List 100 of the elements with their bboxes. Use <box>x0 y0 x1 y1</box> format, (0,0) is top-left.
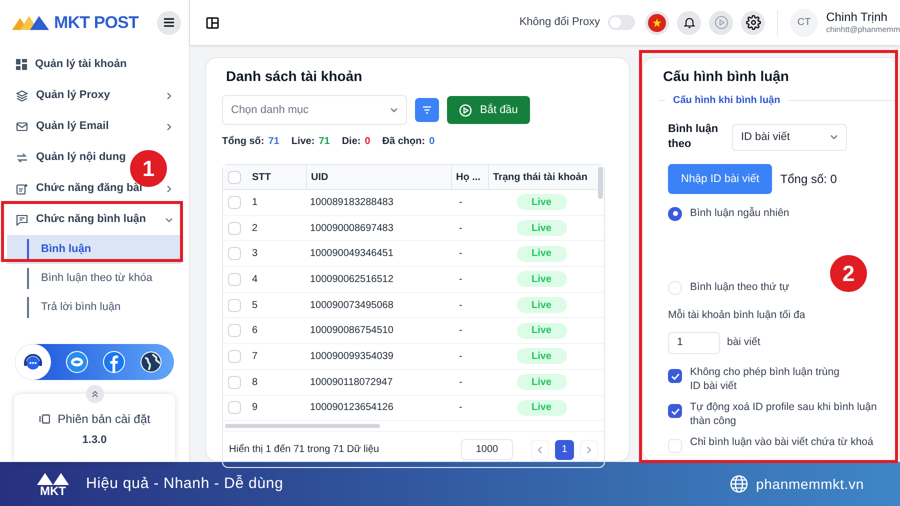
row-checkbox[interactable] <box>228 298 241 312</box>
select-all-checkbox[interactable] <box>228 171 241 184</box>
column-header[interactable]: STT <box>248 165 306 190</box>
table-cell-text: 100090049346451 <box>309 247 394 262</box>
category-select[interactable]: Chọn danh mục <box>222 95 407 125</box>
page-size-field[interactable]: 1000 <box>461 439 513 460</box>
table-cell-text: - <box>458 324 464 338</box>
chevron-down-icon <box>830 133 838 141</box>
filter-button[interactable] <box>415 98 439 122</box>
checkmark-icon <box>670 408 680 415</box>
logo-icon <box>12 14 52 32</box>
devices-icon <box>38 414 50 424</box>
checkbox-label: Chỉ bình luận vào bài viết chứa từ khoá <box>690 435 874 450</box>
sidebar-item[interactable]: Quản lý Email <box>0 111 189 142</box>
table-cell-text: - <box>458 376 464 390</box>
stat-value: 0 <box>364 135 370 149</box>
sidebar-item[interactable]: Quản lý tài khoản <box>0 49 131 80</box>
facebook-icon[interactable] <box>103 351 125 373</box>
checkbox[interactable] <box>668 369 682 384</box>
menu-icon <box>164 18 174 27</box>
document-plus-icon <box>16 182 28 194</box>
stat-label: Die: <box>342 135 361 149</box>
start-button[interactable]: Bắt đầu <box>447 96 530 124</box>
user-avatar[interactable]: CT <box>790 8 818 36</box>
table-cell-text: 5 <box>251 298 259 313</box>
support-button[interactable] <box>15 344 51 380</box>
table-cell-text: 100090118072947 <box>309 376 394 390</box>
table-cell-text: 100090099354039 <box>309 350 394 364</box>
table-cell-text: - <box>458 350 464 364</box>
table-cell-text: 3 <box>251 247 259 262</box>
row-checkbox[interactable] <box>228 272 241 286</box>
table-cell-text: 1 <box>251 196 259 210</box>
proxy-toggle-label: Không đổi Proxy <box>519 15 600 30</box>
max-posts-field[interactable]: 1 <box>668 332 720 354</box>
radio-button[interactable] <box>668 280 682 295</box>
chevron-down-icon <box>390 106 398 114</box>
sidebar-item[interactable]: Quản lý nội dung <box>0 142 130 173</box>
row-checkbox[interactable] <box>228 196 241 209</box>
row-checkbox[interactable] <box>228 222 241 235</box>
column-header[interactable]: Trạng thái tài khoản <box>488 165 595 190</box>
radio-label: Bình luận ngẫu nhiên <box>690 206 790 221</box>
table-cell-text: 100090062516512 <box>309 272 394 287</box>
notifications-button[interactable] <box>677 10 702 34</box>
mail-icon <box>16 120 28 132</box>
table-cell-text: 100090086754510 <box>309 324 394 338</box>
column-header[interactable]: Họ ... <box>451 165 488 190</box>
tutorial-button[interactable] <box>709 10 734 34</box>
card-title: Danh sách tài khoản <box>225 67 364 86</box>
sidebar-item[interactable]: Quản lý Proxy <box>0 80 189 111</box>
table-cell-text: - <box>458 298 464 313</box>
status-badge: Live <box>516 400 566 416</box>
double-chevron-up-icon <box>90 390 98 398</box>
settings-button[interactable] <box>741 10 766 34</box>
layout-panel-icon[interactable] <box>206 16 219 28</box>
row-checkbox[interactable] <box>228 350 241 363</box>
menu-button[interactable] <box>157 10 181 34</box>
vertical-scrollbar <box>598 167 603 199</box>
play-circle-icon <box>714 15 729 30</box>
language-button[interactable] <box>645 10 670 34</box>
logo-text: MKT POST <box>54 12 138 34</box>
pagination-summary: Hiển thị 1 đến 71 trong 71 Dữ liệu <box>229 442 380 458</box>
radio-button[interactable] <box>668 206 682 221</box>
table-cell-text: - <box>458 222 464 236</box>
previous-page-button[interactable] <box>531 440 549 460</box>
sidebar-item[interactable]: Chức năng bình luận <box>0 204 189 235</box>
checkmark-icon <box>670 372 680 380</box>
row-checkbox[interactable] <box>228 376 241 389</box>
globe-icon[interactable] <box>140 351 162 373</box>
unit-label: bài viết <box>727 335 760 350</box>
row-checkbox[interactable] <box>228 324 241 338</box>
banner-tagline: Hiệu quả - Nhanh - Dễ dùng <box>86 474 284 494</box>
stat-label: Live: <box>291 135 315 149</box>
submenu-item[interactable]: Bình luận theo từ khóa <box>7 264 181 293</box>
checkbox[interactable] <box>668 439 682 454</box>
submenu-item[interactable]: Trả lời bình luận <box>7 293 181 322</box>
website-link[interactable]: phanmemmkt.vn <box>756 474 864 494</box>
user-email: chinhtt@phanmemm <box>826 25 900 35</box>
flag-icon <box>648 14 666 32</box>
table-cell-text: - <box>458 247 464 262</box>
collapse-button[interactable] <box>86 385 104 403</box>
chat-bubble-icon[interactable] <box>66 351 88 373</box>
chevron-left-icon <box>537 446 543 454</box>
row-checkbox[interactable] <box>228 401 241 414</box>
table-cell-text: - <box>458 272 464 287</box>
page-button[interactable]: 1 <box>555 440 574 460</box>
table-cell-text: 100089183288483 <box>309 196 394 210</box>
row-checkbox[interactable] <box>228 247 241 260</box>
next-page-button[interactable] <box>580 440 598 460</box>
column-header[interactable]: UID <box>306 165 451 190</box>
comment-by-select[interactable]: ID bài viết <box>732 124 847 150</box>
checkbox[interactable] <box>668 404 682 418</box>
proxy-toggle[interactable] <box>608 15 636 30</box>
stat-label: Tổng số: <box>222 134 264 149</box>
checkbox-label: Tự động xoá ID profile sau khi bình luận thàn công <box>690 400 878 428</box>
total-count: Tổng số: 0 <box>780 171 837 188</box>
table-cell-text: 100090123654126 <box>309 401 394 416</box>
stat-value: 71 <box>318 135 330 149</box>
table-cell-text: - <box>458 196 464 210</box>
import-button[interactable]: Nhập ID bài viết <box>668 164 772 194</box>
section-legend: Cấu hình khi bình luận <box>673 93 780 108</box>
